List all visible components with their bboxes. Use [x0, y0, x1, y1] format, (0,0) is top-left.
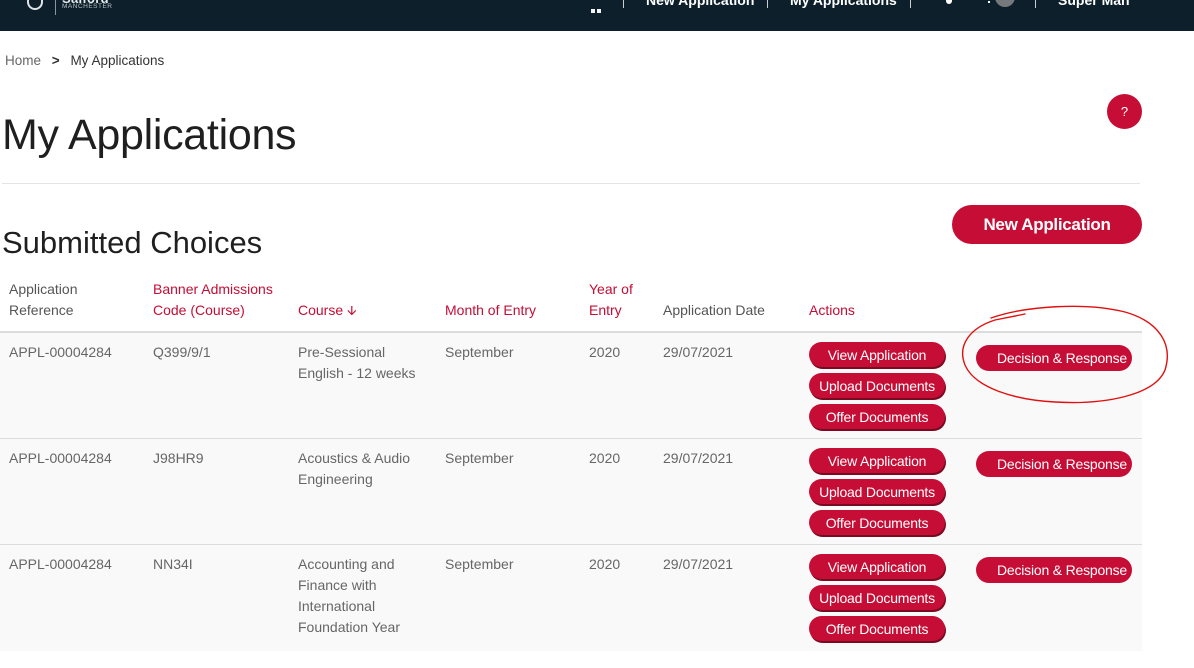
header-text: Month of Entry [445, 302, 537, 318]
apps-grid-icon[interactable] [591, 0, 603, 13]
cell-actions: View Application Upload Documents Offer … [809, 342, 945, 435]
cell-course: Accounting and Finance with Internationa… [298, 554, 428, 638]
nav-my-applications[interactable]: My Applications [790, 0, 897, 8]
view-application-button[interactable]: View Application [809, 342, 945, 367]
cell-course: Pre-Sessional English - 12 weeks [298, 342, 428, 384]
breadcrumb-current: My Applications [70, 53, 165, 68]
header-actions[interactable]: Actions [809, 300, 855, 321]
cell-actions: View Application Upload Documents Offer … [809, 448, 945, 541]
course-line: Acoustics & Audio [298, 450, 411, 466]
header-text: Entry [589, 302, 622, 318]
cell-year-of-entry: 2020 [589, 556, 621, 572]
table-row: APPL-00004284 J98HR9 Acoustics & Audio E… [0, 439, 1142, 545]
cell-application-date: 29/07/2021 [663, 450, 734, 466]
decision-response-button[interactable]: Decision & Response [976, 345, 1132, 371]
cell-month-of-entry: September [445, 344, 514, 360]
nav-separator [910, 0, 911, 8]
header-month-of-entry[interactable]: Month of Entry [445, 300, 536, 321]
course-line: Accounting and [298, 556, 395, 572]
course-line: Finance with [298, 577, 377, 593]
header-application-reference: Application Reference [9, 279, 78, 321]
cell-banner-code: J98HR9 [153, 450, 204, 466]
course-line: Pre-Sessional [298, 344, 386, 360]
view-application-button[interactable]: View Application [809, 554, 945, 579]
cell-actions: View Application Upload Documents Offer … [809, 554, 945, 647]
user-name[interactable]: Super Man [1058, 0, 1130, 8]
view-application-button[interactable]: View Application [809, 448, 945, 473]
page-title: My Applications [2, 111, 297, 159]
header-text: Year of [589, 281, 633, 297]
cell-application-date: 29/07/2021 [663, 556, 734, 572]
cell-course: Acoustics & Audio Engineering [298, 448, 428, 490]
header-text: Banner Admissions [153, 281, 273, 297]
header-banner-code[interactable]: Banner Admissions Code (Course) [153, 279, 273, 321]
header-text: Code (Course) [153, 302, 245, 318]
cell-year-of-entry: 2020 [589, 450, 621, 466]
decision-response-button[interactable]: Decision & Response [976, 451, 1132, 477]
breadcrumb-home[interactable]: Home [5, 53, 41, 68]
header-year-of-entry[interactable]: Year of Entry [589, 279, 633, 321]
nav-new-application[interactable]: New Application [646, 0, 754, 8]
course-line: Foundation Year [298, 619, 400, 635]
avatar-indicator [988, 1, 990, 3]
upload-documents-button[interactable]: Upload Documents [809, 373, 945, 398]
new-application-button[interactable]: New Application [952, 205, 1142, 244]
decision-response-button[interactable]: Decision & Response [976, 557, 1132, 583]
sort-descending-icon[interactable]: 🡫 [347, 300, 356, 321]
user-avatar-icon[interactable] [995, 0, 1015, 7]
nav-separator [1035, 0, 1036, 8]
course-line: Engineering [298, 471, 373, 487]
cell-application-reference: APPL-00004284 [9, 556, 112, 572]
course-line: English - 12 weeks [298, 365, 416, 381]
logo-divider [55, 0, 56, 15]
help-button[interactable]: ? [1107, 94, 1142, 129]
brand-subtitle: MANCHESTER [62, 3, 113, 10]
offer-documents-button[interactable]: Offer Documents [809, 510, 945, 535]
offer-documents-button[interactable]: Offer Documents [809, 404, 945, 429]
header-text: Reference [9, 302, 74, 318]
top-navigation-bar: Salford MANCHESTER New Application My Ap… [0, 0, 1194, 31]
upload-documents-button[interactable]: Upload Documents [809, 585, 945, 610]
course-line: International [298, 598, 376, 614]
notification-bell-icon[interactable] [946, 0, 952, 4]
breadcrumb-separator: > [51, 53, 60, 68]
cell-banner-code: NN34I [153, 556, 193, 572]
table-row: APPL-00004284 Q399/9/1 Pre-Sessional Eng… [0, 333, 1142, 439]
header-text: Course [298, 302, 344, 318]
cell-month-of-entry: September [445, 450, 514, 466]
offer-documents-button[interactable]: Offer Documents [809, 616, 945, 641]
cell-month-of-entry: September [445, 556, 514, 572]
header-text: Actions [809, 302, 855, 318]
section-title: Submitted Choices [2, 225, 263, 260]
upload-documents-button[interactable]: Upload Documents [809, 479, 945, 504]
cell-application-date: 29/07/2021 [663, 344, 734, 360]
header-application-date: Application Date [663, 300, 765, 321]
breadcrumb: Home > My Applications [5, 53, 164, 68]
cell-application-reference: APPL-00004284 [9, 450, 112, 466]
cell-banner-code: Q399/9/1 [153, 344, 211, 360]
cell-year-of-entry: 2020 [589, 344, 621, 360]
header-text: Application [9, 281, 78, 297]
nav-separator [767, 0, 768, 8]
cell-application-reference: APPL-00004284 [9, 344, 112, 360]
nav-separator [623, 0, 624, 8]
header-course[interactable]: Course 🡫 [298, 300, 428, 321]
header-text: Application Date [663, 302, 765, 318]
university-shield-icon[interactable] [27, 0, 43, 10]
table-row: APPL-00004284 NN34I Accounting and Finan… [0, 545, 1142, 651]
submitted-choices-table: Application Reference Banner Admissions … [0, 280, 1142, 651]
table-header: Application Reference Banner Admissions … [0, 280, 1142, 333]
title-divider [2, 183, 1140, 184]
